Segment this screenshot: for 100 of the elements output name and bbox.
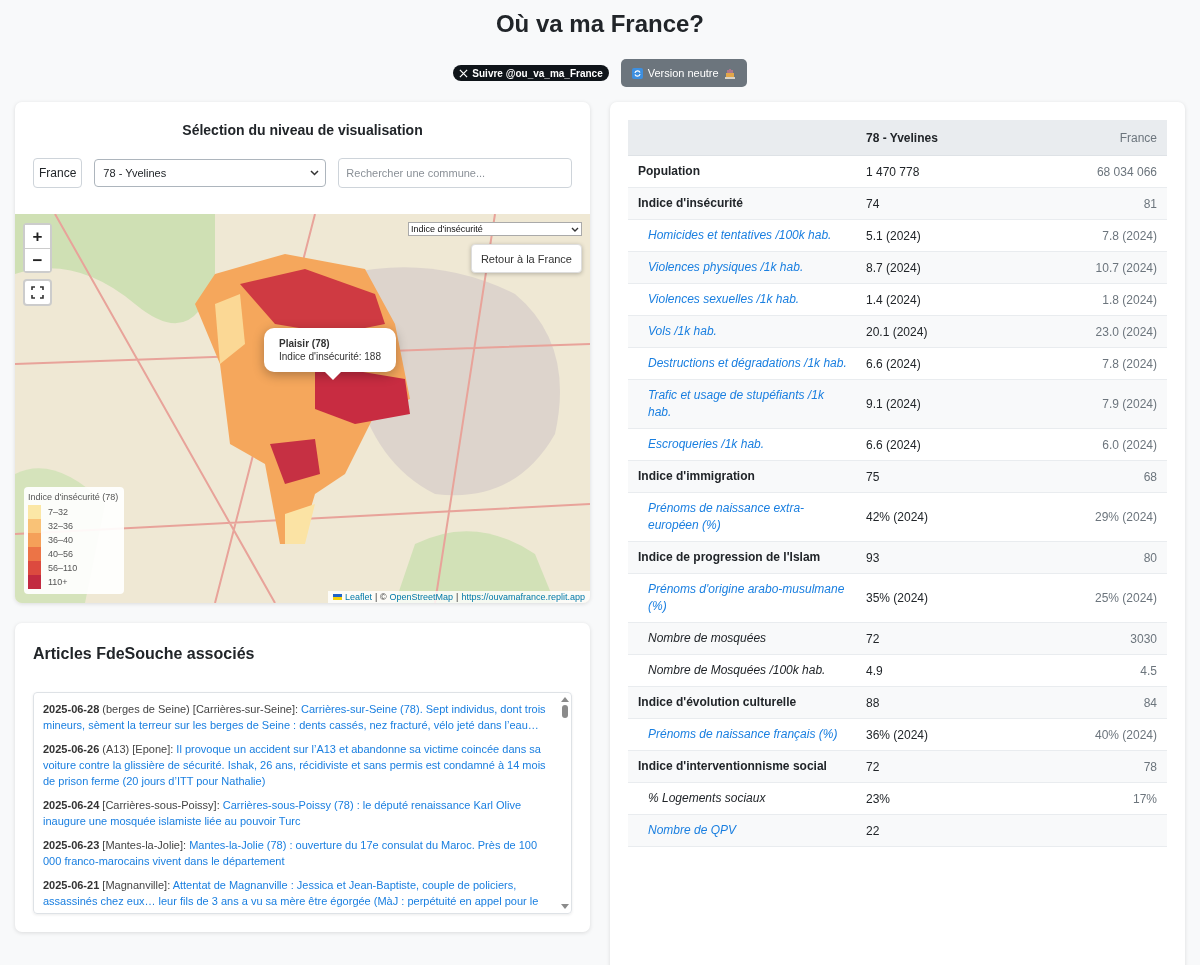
indicator-link[interactable]: Trafic et usage de stupéfiants /1k hab.: [648, 387, 848, 421]
table-cell: 23%: [856, 782, 1021, 815]
table-cell: 4.9: [856, 654, 1021, 687]
reset-view-button[interactable]: Retour à la France: [470, 244, 582, 273]
article-entry[interactable]: 2025-06-21 [Magnanville]: Attentat de Magnanville : Jessica et Jean-Baptiste, couple de policiers, assassinés chez eux… leur fils de 3 ans a vu sa mère être égorgée (MàJ : perpétuité en appel pour le: [43, 877, 551, 909]
indicator-link[interactable]: Vols /1k hab.: [648, 323, 848, 340]
popup-text: Indice d'insécurité: 188: [279, 351, 381, 362]
table-cell: 17%: [1020, 782, 1167, 815]
table-cell: 80: [1020, 541, 1167, 574]
row-label: Indice d'interventionnisme social: [628, 750, 856, 783]
attribution-link[interactable]: OpenStreetMap: [389, 592, 454, 602]
legend-label: 32–36: [48, 521, 74, 531]
article-entry[interactable]: 2025-06-26 (A13) [Epone]: Il provoque un accident sur l’A13 et abandonne sa victime coincée dans sa voiture contre la glissière de sécurité. Ishak, 26 ans, récidiviste et sans permis est condamné à 14 mois de prison ferme (20 jours d’ITT pour Nathalie): [43, 741, 551, 789]
table-cell: 78: [1020, 750, 1167, 783]
legend-label: 56–110: [48, 563, 78, 573]
department-select[interactable]: 78 - Yvelines: [94, 159, 327, 187]
attribution-text: | ©: [375, 592, 387, 602]
card-title: Articles FdeSouche associés: [33, 645, 256, 663]
article-entry[interactable]: 2025-06-23 [Mantes-la-Jolie]: Mantes-la-Jolie (78) : ouverture du 17e consulat du Maroc. Près de 100 000 franco-marocains vivent dans le département: [43, 837, 551, 869]
article-entry[interactable]: 2025-06-28 (berges de Seine) [Carrières-sur-Seine]: Carrières-sur-Seine (78). Sept individus, dont trois mineurs, sèment la terreur sur les berges de Seine : dents cassés, nez fracturé, vélo jeté dans l’eau…: [43, 701, 551, 733]
table-cell: 40% (2024): [1020, 718, 1167, 751]
table-cell: 1.8 (2024): [1020, 283, 1167, 316]
row-label: Indice d'immigration: [628, 460, 856, 493]
table-cell: 93: [856, 541, 1021, 574]
table-cell: 84: [1020, 686, 1167, 719]
legend-title: Indice d'insécurité (78): [28, 492, 119, 502]
indicator-select[interactable]: Indice d'insécurité: [408, 222, 582, 236]
scroll-down-icon: [561, 904, 569, 910]
scroll-up-icon: [561, 696, 569, 702]
indicator-link[interactable]: Nombre de QPV: [648, 822, 848, 839]
table-cell: 81: [1020, 187, 1167, 220]
chevron-icon: [310, 170, 320, 176]
popup-title: Plaisir (78): [279, 338, 331, 349]
fullscreen-button[interactable]: [23, 279, 52, 306]
table-cell: 6.6 (2024): [856, 428, 1021, 461]
table-cell: 1 470 778: [856, 155, 1021, 188]
scroll-thumb[interactable]: [562, 705, 568, 718]
row-label: Nombre de Mosquées /100k hab.: [628, 654, 856, 687]
table-cell: 42% (2024): [856, 492, 1021, 542]
table-cell: 20.1 (2024): [856, 315, 1021, 348]
table-cell: 5.1 (2024): [856, 219, 1021, 252]
table-cell: 8.7 (2024): [856, 251, 1021, 284]
table-cell: 22: [856, 814, 1021, 847]
follow-button[interactable]: Suivre @ou_va_ma_France: [453, 65, 609, 81]
legend-label: 36–40: [48, 535, 74, 545]
table-cell: 3030: [1020, 622, 1167, 655]
chevron-icon: [571, 226, 579, 232]
neutral-version-button[interactable]: Version neutre: [620, 59, 747, 87]
table-cell: 9.1 (2024): [856, 379, 1021, 429]
indicator-link[interactable]: Escroqueries /1k hab.: [648, 436, 848, 453]
table-cell: 72: [856, 750, 1021, 783]
table-cell: 72: [856, 622, 1021, 655]
table-cell: 7.8 (2024): [1020, 347, 1167, 380]
cake-icon: [723, 67, 736, 79]
column-header: 78 - Yvelines: [856, 120, 1021, 156]
search-field[interactable]: Rechercher une commune...: [338, 158, 572, 188]
attribution-link[interactable]: Leaflet: [345, 592, 373, 602]
table-cell: 10.7 (2024): [1020, 251, 1167, 284]
legend-label: 110+: [48, 577, 68, 587]
indicator-link[interactable]: Violences physiques /1k hab.: [648, 259, 848, 276]
table-cell: 6.6 (2024): [856, 347, 1021, 380]
table-cell: 7.9 (2024): [1020, 379, 1167, 429]
zoom-out-button[interactable]: −: [25, 248, 50, 271]
card-title: Sélection du niveau de visualisation: [181, 122, 424, 138]
table-cell: 29% (2024): [1020, 492, 1167, 542]
table-cell: 4.5: [1020, 654, 1167, 687]
legend-label: 7–32: [48, 507, 69, 517]
table-cell: 1.4 (2024): [856, 283, 1021, 316]
table-cell: 23.0 (2024): [1020, 315, 1167, 348]
table-cell: 68: [1020, 460, 1167, 493]
indicator-link[interactable]: Prénoms de naissance français (%): [648, 726, 848, 743]
flag-icon: [333, 594, 342, 600]
legend-label: 40–56: [48, 549, 74, 559]
table-cell: 74: [856, 187, 1021, 220]
table-cell: 6.0 (2024): [1020, 428, 1167, 461]
table-cell: 35% (2024): [856, 573, 1021, 623]
france-button[interactable]: France: [33, 158, 83, 188]
indicator-link[interactable]: Destructions et dégradations /1k hab.: [648, 355, 848, 372]
indicator-link[interactable]: Prénoms de naissance extra-européen (%): [648, 500, 848, 534]
table-cell: 25% (2024): [1020, 573, 1167, 623]
table-cell: 68 034 066: [1020, 155, 1167, 188]
row-label: Indice d'évolution culturelle: [628, 686, 856, 719]
table-cell: 7.8 (2024): [1020, 219, 1167, 252]
column-header: France: [1020, 120, 1167, 156]
table-cell: 75: [856, 460, 1021, 493]
row-label: Population: [628, 155, 856, 188]
attribution-text: |: [456, 592, 459, 602]
row-label: Nombre de mosquées: [628, 622, 856, 655]
indicator-link[interactable]: Homicides et tentatives /100k hab.: [648, 227, 848, 244]
x-logo-icon: [459, 68, 469, 78]
table-cell: 88: [856, 686, 1021, 719]
table-cell: 36% (2024): [856, 718, 1021, 751]
refresh-icon: [631, 67, 643, 79]
indicator-link[interactable]: Prénoms d'origine arabo-musulmane (%): [648, 581, 848, 615]
attribution-link[interactable]: https://ouvamafrance.replit.app: [461, 592, 585, 602]
indicator-link[interactable]: Violences sexuelles /1k hab.: [648, 291, 848, 308]
fullscreen-icon: [31, 286, 44, 299]
row-label: % Logements sociaux: [628, 782, 856, 815]
article-entry[interactable]: 2025-06-24 [Carrières-sous-Poissy]: Carrières-sous-Poissy (78) : le député renaissance Karl Olive inaugure une mosquée islamiste liée au pouvoir Turc: [43, 797, 551, 829]
row-label: Indice de progression de l'Islam: [628, 541, 856, 574]
